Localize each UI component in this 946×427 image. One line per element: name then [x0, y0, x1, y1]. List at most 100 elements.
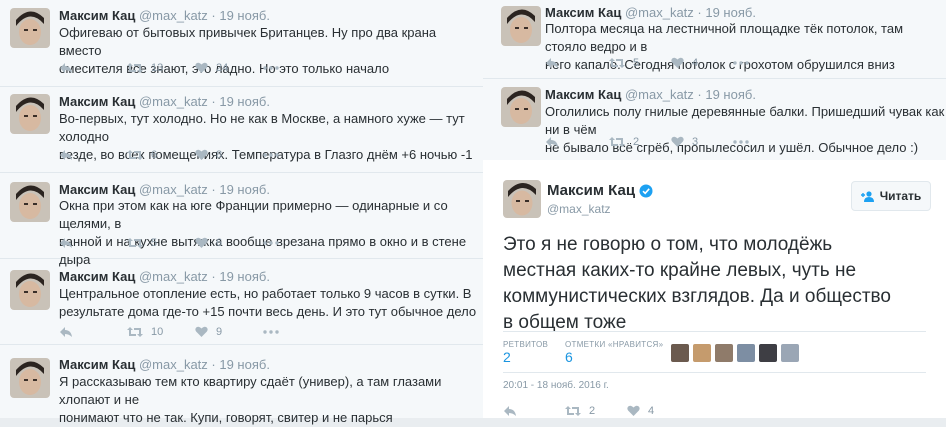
- reply-button[interactable]: [545, 136, 609, 148]
- retweets-label: РЕТВИТОВ: [503, 340, 549, 349]
- reply-icon: [504, 406, 516, 416]
- timeline-left: Максим Кац @max_katz · 19 нояб. Офигеваю…: [0, 0, 483, 425]
- liker-avatar[interactable]: [737, 344, 755, 362]
- retweet-icon: [127, 327, 143, 337]
- tweet[interactable]: Максим Кац @max_katz · 19 нояб. Офигеваю…: [0, 0, 483, 87]
- tweet-time[interactable]: · 19 нояб.: [697, 87, 756, 102]
- avatar[interactable]: [501, 6, 541, 46]
- like-button[interactable]: 4: [671, 57, 733, 69]
- focused-tweet[interactable]: Максим Кац @max_katz Читать Это я не гов…: [483, 160, 946, 418]
- like-button[interactable]: 9: [195, 326, 263, 338]
- like-button[interactable]: 24: [195, 62, 263, 74]
- retweet-icon: [127, 63, 143, 73]
- avatar[interactable]: [10, 94, 50, 134]
- author-handle[interactable]: @max_katz: [139, 94, 208, 109]
- tweet-text-line: Оголились полу гнилые деревянные балки. …: [545, 104, 945, 137]
- tweet-time[interactable]: · 19 нояб.: [211, 269, 270, 284]
- tweet[interactable]: Максим Кац @max_katz · 19 нояб. Полтора …: [483, 0, 946, 79]
- retweet-count: 6: [151, 149, 158, 161]
- add-user-icon: [860, 190, 874, 202]
- tweet-time[interactable]: · 19 нояб.: [211, 182, 270, 197]
- like-button[interactable]: 3: [671, 136, 733, 148]
- tweet[interactable]: Максим Кац @max_katz · 19 нояб. Во-первы…: [0, 86, 483, 173]
- tweet-time[interactable]: · 19 нояб.: [211, 8, 270, 23]
- tweet[interactable]: Максим Кац @max_katz · 19 нояб. Я расска…: [0, 344, 483, 425]
- tweet-time[interactable]: · 19 нояб.: [211, 357, 270, 372]
- author-handle[interactable]: @max_katz: [139, 269, 208, 284]
- liker-avatar[interactable]: [671, 344, 689, 362]
- more-button[interactable]: [263, 153, 279, 157]
- author-name[interactable]: Максим Кац: [59, 269, 135, 284]
- reply-button[interactable]: [503, 405, 565, 417]
- tweet-text-line: результате дома где-то +15 почти весь де…: [59, 304, 477, 319]
- tweet[interactable]: Максим Кац @max_katz · 19 нояб. Оголилис…: [483, 79, 946, 160]
- author-name[interactable]: Максим Кац: [547, 182, 635, 199]
- author-name[interactable]: Максим Кац: [59, 94, 135, 109]
- like-button[interactable]: 8: [195, 149, 263, 161]
- more-button[interactable]: [733, 61, 749, 65]
- like-button[interactable]: 4: [627, 405, 689, 417]
- avatar[interactable]: [10, 182, 50, 222]
- reply-button[interactable]: [545, 57, 609, 69]
- like-button[interactable]: 6: [195, 237, 263, 249]
- tweet-header: Максим Кац @max_katz · 19 нояб.: [545, 87, 756, 102]
- avatar[interactable]: [10, 358, 50, 398]
- reply-button[interactable]: [59, 326, 127, 338]
- tweet-text-line: понимают что не так. Купи, говорят, свит…: [59, 410, 393, 425]
- author-name[interactable]: Максим Кац: [545, 5, 621, 20]
- tweet-time[interactable]: · 19 нояб.: [211, 94, 270, 109]
- author-handle[interactable]: @max_katz: [547, 202, 611, 216]
- avatar[interactable]: [503, 180, 541, 218]
- tweet-actions: 5 4: [545, 57, 749, 69]
- retweet-button[interactable]: 2: [565, 405, 627, 417]
- retweet-button[interactable]: 6: [127, 149, 195, 161]
- heart-icon: [627, 405, 640, 416]
- more-button[interactable]: [263, 241, 279, 245]
- author-handle[interactable]: @max_katz: [139, 8, 208, 23]
- likers-avatars: [671, 344, 803, 362]
- tweet[interactable]: Максим Кац @max_katz · 19 нояб. Централь…: [0, 258, 483, 345]
- reply-icon: [60, 150, 72, 160]
- tweet[interactable]: Максим Кац @max_katz · 19 нояб. Окна при…: [0, 172, 483, 267]
- retweet-button[interactable]: 13: [127, 62, 195, 74]
- avatar[interactable]: [501, 87, 541, 127]
- author-handle[interactable]: @max_katz: [139, 182, 208, 197]
- tweet-time[interactable]: · 19 нояб.: [697, 5, 756, 20]
- author-handle[interactable]: @max_katz: [625, 87, 694, 102]
- follow-button[interactable]: Читать: [851, 181, 931, 211]
- heart-icon: [195, 326, 208, 337]
- retweet-button[interactable]: 10: [127, 326, 195, 338]
- author-handle[interactable]: @max_katz: [139, 357, 208, 372]
- reply-button[interactable]: [59, 149, 127, 161]
- liker-avatar[interactable]: [781, 344, 799, 362]
- author-name[interactable]: Максим Кац: [545, 87, 621, 102]
- reply-button[interactable]: [59, 62, 127, 74]
- avatar[interactable]: [10, 8, 50, 48]
- more-button[interactable]: [263, 66, 279, 70]
- reply-icon: [60, 238, 72, 248]
- retweets-stat[interactable]: РЕТВИТОВ 2: [503, 340, 548, 365]
- tweet-actions: 10 9: [59, 326, 279, 338]
- retweet-button[interactable]: 2: [609, 136, 671, 148]
- author-handle[interactable]: @max_katz: [625, 5, 694, 20]
- tweet-text: Я рассказываю тем кто квартиру сдаёт (ун…: [59, 373, 479, 427]
- tweet-timestamp[interactable]: 20:01 - 18 нояб. 2016 г.: [503, 380, 609, 391]
- author-name[interactable]: Максим Кац: [59, 8, 135, 23]
- liker-avatar[interactable]: [759, 344, 777, 362]
- like-count: 4: [692, 57, 699, 69]
- more-button[interactable]: [733, 140, 749, 144]
- more-button[interactable]: [263, 330, 279, 334]
- tweet-text-line: Полтора месяца на лестничной площадке тё…: [545, 21, 904, 54]
- likes-stat[interactable]: ОТМЕТКИ «НРАВИТСЯ» 6: [565, 340, 663, 365]
- liker-avatar[interactable]: [715, 344, 733, 362]
- author-name[interactable]: Максим Кац: [59, 182, 135, 197]
- tweet-text-line: Это я не говорю о том, что молодёжь: [503, 234, 833, 255]
- heart-icon: [671, 136, 684, 147]
- liker-avatar[interactable]: [693, 344, 711, 362]
- retweet-button[interactable]: 5: [127, 237, 195, 249]
- reply-button[interactable]: [59, 237, 127, 249]
- retweet-button[interactable]: 5: [609, 57, 671, 69]
- avatar[interactable]: [10, 270, 50, 310]
- tweet-text: Оголились полу гнилые деревянные балки. …: [545, 103, 945, 157]
- author-name[interactable]: Максим Кац: [59, 357, 135, 372]
